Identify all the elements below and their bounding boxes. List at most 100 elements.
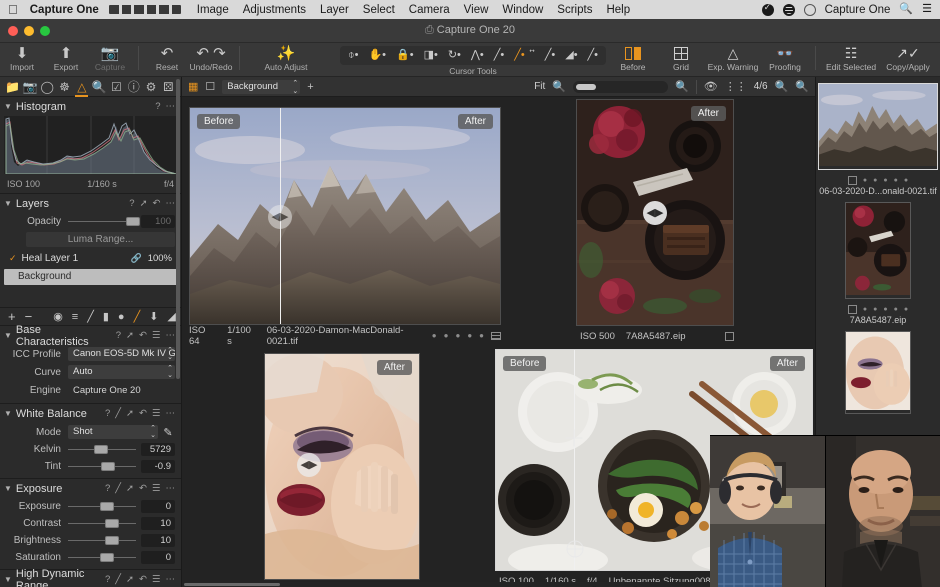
draw-mask-icon[interactable]: ╱• [540, 46, 560, 65]
thumbnail[interactable] [845, 331, 911, 414]
menu-item-camera[interactable]: Camera [409, 4, 450, 16]
eyedropper-icon[interactable]: ✎ [161, 426, 175, 439]
slider-knob[interactable] [105, 536, 119, 545]
add-variant-icon[interactable]: + [307, 81, 313, 93]
gradient-mask-icon[interactable]: ▮ [103, 310, 109, 323]
star-5[interactable]: ● [479, 331, 484, 340]
wb-mode-select[interactable]: Shot [68, 425, 158, 439]
viewer-image-dessert-flatlay[interactable]: ◀▶ After ISO 500 7A8A5487.eip [576, 99, 734, 344]
fill-mask-icon[interactable]: ◉ [53, 310, 63, 323]
slider-knob[interactable] [101, 462, 115, 471]
pan-hand-icon[interactable]: ✋• [363, 46, 391, 65]
star-1[interactable]: ● [432, 331, 437, 340]
chevron-down-icon[interactable]: ▼ [4, 409, 12, 418]
video-participant-left[interactable] [710, 436, 825, 587]
copy-icon[interactable]: ➚ [126, 330, 134, 341]
menu-item-select[interactable]: Select [363, 4, 395, 16]
erase-mask-icon[interactable]: ◢ [167, 310, 175, 323]
tint-value[interactable]: -0.9 [141, 460, 175, 473]
viewer-image-mountain-ridge[interactable]: ◀▶ Before After ISO 64 1/100 s 06-03-202… [189, 107, 501, 343]
edit-selected-button[interactable]: ☷ Edit Selected [822, 43, 880, 72]
filmstrip-item-beauty[interactable] [816, 325, 940, 429]
sidebar-tab-batch[interactable]: ⚄ [161, 77, 176, 97]
clone-brush-icon[interactable]: ⬇ [149, 310, 158, 323]
contrast-slider[interactable] [68, 515, 136, 532]
star-4[interactable]: ● [894, 177, 898, 184]
opacity-value[interactable]: 100 [141, 215, 175, 228]
saturation-value[interactable]: 0 [141, 551, 175, 564]
add-layer-icon[interactable]: + [8, 309, 16, 324]
split-crosshair[interactable] [566, 430, 583, 447]
hdr-header[interactable]: ▼ High Dynamic Range ? ╱ ➚ ↶ ☰ ⋯ [0, 570, 181, 587]
white-balance-picker-icon[interactable]: ╱• [489, 46, 509, 65]
slider-knob[interactable] [100, 502, 114, 511]
heal-brush-icon[interactable]: ╱ [134, 310, 141, 323]
menu-item-image[interactable]: Image [197, 4, 229, 16]
search-icon[interactable]: 🔍 [775, 80, 789, 93]
keystone-icon[interactable]: ⋀• [466, 46, 489, 65]
capture-button[interactable]: 📷 Capture [88, 43, 132, 72]
menu-item-layer[interactable]: Layer [320, 4, 349, 16]
star-4[interactable]: ● [894, 306, 898, 313]
filmstrip-item-dessert[interactable]: ●●●●● 7A8A5487.eip [816, 196, 940, 325]
split-handle[interactable]: ◀▶ [268, 205, 292, 229]
erase-mask-icon[interactable]: ◢• [560, 46, 582, 65]
sidebar-tab-capture[interactable]: 📷 [22, 77, 37, 97]
zoom-slider[interactable] [573, 81, 668, 93]
menubar-active-app[interactable]: Capture One [825, 4, 891, 16]
sidebar-tab-metadata[interactable]: ⓘ [126, 77, 141, 97]
select-checkbox[interactable] [848, 305, 857, 314]
undo-redo-button[interactable]: ↶ ↷ Undo/Redo [189, 43, 233, 72]
slider-knob[interactable] [126, 217, 140, 226]
image-frame[interactable]: ◀▶ After [264, 353, 420, 580]
chevron-down-icon[interactable]: ▼ [4, 331, 12, 340]
exposure-value[interactable]: 0 [141, 500, 175, 513]
rating-stars[interactable]: ●●●●● [432, 331, 501, 340]
copy-icon[interactable]: ➚ [126, 574, 134, 585]
sidebar-tab-exposure[interactable]: △ [74, 77, 89, 97]
menu-item-adjustments[interactable]: Adjustments [243, 4, 306, 16]
contrast-value[interactable]: 10 [141, 517, 175, 530]
help-icon[interactable]: ? [105, 574, 110, 585]
menu-app-name[interactable]: Capture One [30, 4, 99, 16]
single-view-icon[interactable]: ☐ [205, 80, 215, 93]
lock-icon[interactable]: 🔒• [391, 46, 419, 65]
reset-icon[interactable]: ↶ [139, 574, 147, 585]
select-checkbox[interactable] [848, 176, 857, 185]
circle-icon[interactable] [804, 4, 816, 16]
gradient-mask-icon[interactable]: ╱• [583, 46, 603, 65]
image-frame[interactable]: ◀▶ Before After [189, 107, 501, 325]
help-icon[interactable]: ? [129, 198, 134, 209]
copy-apply-button[interactable]: ↗✓ Copy/Apply [880, 43, 936, 72]
curve-select[interactable]: Auto [68, 365, 175, 379]
picker-icon[interactable]: ╱ [115, 483, 121, 494]
video-participant-right[interactable] [825, 436, 940, 587]
opacity-slider[interactable] [68, 213, 136, 230]
thumbnail[interactable] [818, 83, 938, 170]
layer-item-background[interactable]: Background [4, 269, 177, 285]
preset-icon[interactable]: ☰ [152, 574, 161, 585]
zoom-out-icon[interactable]: 🔍 [552, 80, 566, 93]
apple-icon[interactable]:  [8, 3, 18, 16]
sidebar-tab-library[interactable]: 📁 [5, 77, 20, 97]
draw-mask-icon[interactable]: ╱ [87, 310, 94, 323]
rating-area[interactable] [725, 332, 734, 341]
saturation-slider[interactable] [68, 549, 136, 566]
star-3[interactable]: ● [883, 306, 887, 313]
more-icon[interactable]: ⋯ [166, 574, 176, 585]
sidebar-tab-details[interactable]: 🔍 [91, 77, 106, 97]
list-icon[interactable]: ☰ [922, 4, 932, 15]
chevron-down-icon[interactable]: ▼ [4, 575, 12, 584]
brightness-slider[interactable] [68, 532, 136, 549]
link-icon[interactable]: 🔗 [130, 253, 141, 264]
grid-view-icon[interactable]: ▦ [188, 80, 198, 93]
more-icon[interactable]: ⋯ [166, 101, 176, 112]
picker-icon[interactable]: ╱ [115, 408, 121, 419]
slider-knob[interactable] [105, 519, 119, 528]
sidebar-scrollbar[interactable] [176, 79, 180, 379]
grid-button[interactable]: Grid [657, 43, 705, 72]
more-icon[interactable]: ⋯ [166, 483, 176, 494]
star-1[interactable]: ● [863, 306, 867, 313]
copy-icon[interactable]: ➚ [126, 483, 134, 494]
help-icon[interactable]: ? [105, 408, 110, 419]
